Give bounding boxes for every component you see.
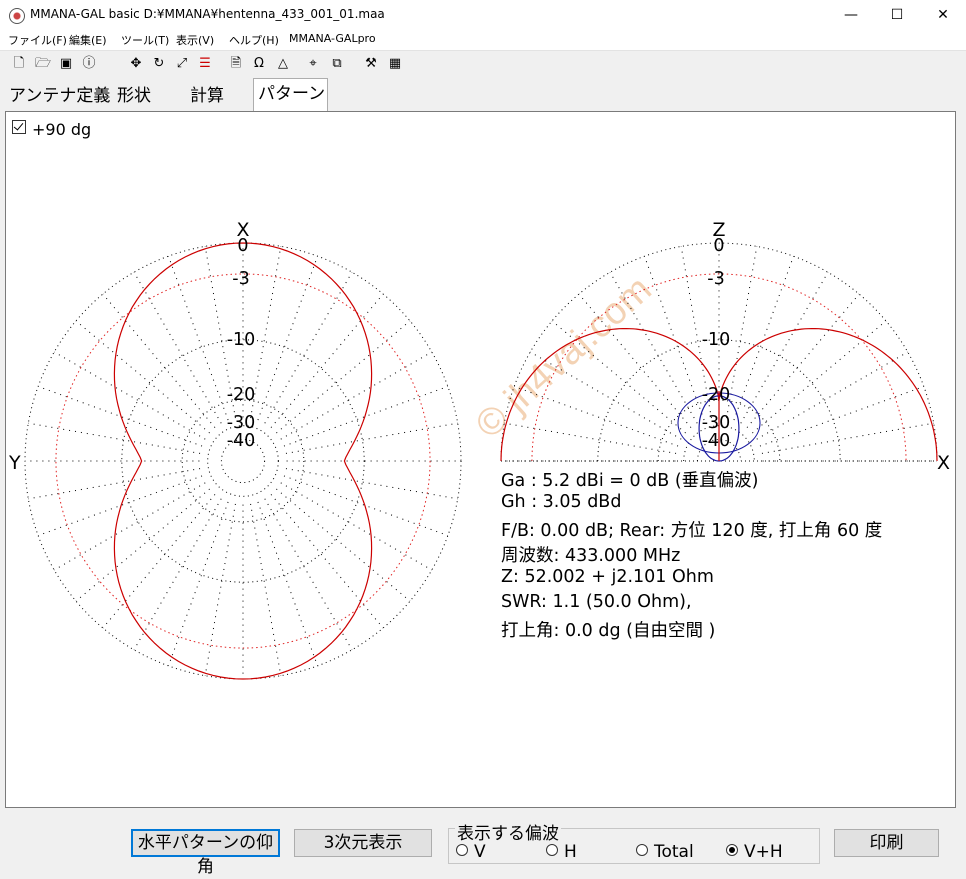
grid-spoke — [102, 494, 216, 629]
grid-spoke — [504, 422, 677, 454]
grid-spoke — [746, 293, 860, 428]
grid-spoke — [37, 475, 203, 537]
grid-spoke — [75, 320, 210, 434]
grid-spoke — [204, 503, 236, 676]
grid-spoke — [257, 255, 319, 421]
watermark: © jh4vaj.com — [468, 268, 660, 447]
radio-circle-icon[interactable] — [636, 844, 648, 856]
grid-spoke — [276, 488, 411, 602]
radio-circle-icon[interactable] — [456, 844, 468, 856]
h-axis-y-label: Y — [8, 452, 21, 474]
grid-spoke — [53, 351, 206, 440]
grid-spoke — [513, 385, 679, 447]
grid-spoke — [280, 482, 433, 571]
grid-spoke — [102, 293, 216, 428]
grid-spoke — [643, 255, 705, 421]
h-ring-label-20: -20 — [227, 385, 256, 405]
grid-spoke — [250, 503, 282, 676]
grid-spoke — [270, 293, 384, 428]
grid-spoke — [733, 255, 795, 421]
grid-spoke — [726, 246, 758, 419]
grid-spoke — [257, 501, 319, 667]
print-button[interactable]: 印刷 — [834, 829, 939, 857]
v-ring-label-10: -10 — [702, 330, 731, 350]
grid-spoke — [133, 271, 222, 424]
view-3d-button[interactable]: 3次元表示 — [294, 829, 432, 857]
polarization-group-title: 表示する偏波 — [455, 819, 561, 844]
grid-spoke — [761, 422, 934, 454]
h-ring-label-10: -10 — [227, 330, 256, 350]
grid-spoke — [740, 271, 829, 424]
grid-spoke — [167, 501, 229, 667]
v-ring-label-40: -40 — [702, 431, 731, 451]
grid-spoke — [28, 468, 201, 500]
h-ring-label-40: -40 — [227, 431, 256, 451]
grid-ring — [121, 339, 365, 583]
grid-spoke — [756, 351, 909, 440]
grid-spoke — [759, 385, 925, 447]
v-ring-label-20: -20 — [702, 385, 731, 405]
grid-spoke — [283, 385, 449, 447]
elevation-angle-button[interactable]: 水平パターンの仰角 — [131, 829, 280, 877]
grid-spoke — [276, 320, 411, 434]
radio-circle-icon[interactable] — [546, 844, 558, 856]
grid-spoke — [285, 468, 458, 500]
v-ring-label-0: 0 — [713, 236, 724, 256]
h-ring-label-3: -3 — [232, 269, 249, 289]
h-ring-label-0: 0 — [237, 236, 248, 256]
grid-spoke — [53, 482, 206, 571]
grid-spoke — [264, 271, 353, 424]
grid-spoke — [28, 422, 201, 454]
radio-v-plus-h[interactable]: V+H — [726, 842, 783, 862]
grid-spoke — [264, 498, 353, 651]
info-elevation: 打上角: 0.0 dg (自由空間 ) — [501, 621, 716, 641]
info-gain-h: Gh : 3.05 dBd — [501, 492, 622, 512]
grid-spoke — [283, 475, 449, 537]
info-frequency: 周波数: 433.000 MHz — [501, 546, 681, 566]
h-ring-label-30: -30 — [227, 413, 256, 433]
grid-spoke — [280, 351, 433, 440]
grid-spoke — [752, 320, 887, 434]
radio-total[interactable]: Total — [636, 842, 694, 862]
horizontal-pattern-plot — [24, 242, 462, 680]
grid-spoke — [37, 385, 203, 447]
grid-spoke — [167, 255, 229, 421]
pattern-plots: © jh4vaj.com X Y 0 -3 -10 -20 -30 -40 Z … — [8, 219, 950, 680]
info-swr: SWR: 1.1 (50.0 Ohm), — [501, 592, 692, 612]
grid-spoke — [285, 422, 458, 454]
radio-h[interactable]: H — [546, 842, 577, 862]
radio-v[interactable]: V — [456, 842, 486, 862]
radio-selected-icon[interactable] — [726, 844, 738, 856]
info-gain-a: Ga : 5.2 dBi = 0 dB (垂直偏波) — [501, 471, 759, 491]
grid-spoke — [133, 498, 222, 651]
info-front-back: F/B: 0.00 dB; Rear: 方位 120 度, 打上角 60 度 — [501, 521, 883, 541]
info-impedance: Z: 52.002 + j2.101 Ohm — [501, 567, 714, 587]
grid-spoke — [75, 488, 210, 602]
v-ring-label-30: -30 — [702, 413, 731, 433]
v-axis-x-label: X — [937, 452, 950, 474]
v-ring-label-3: -3 — [707, 269, 724, 289]
tab-pattern[interactable]: パターン — [253, 78, 328, 111]
grid-spoke — [270, 494, 384, 629]
